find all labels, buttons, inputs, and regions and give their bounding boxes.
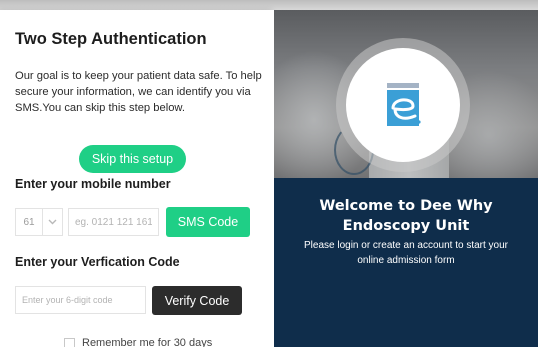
welcome-title: Welcome to Dee Why Endoscopy Unit <box>319 198 493 234</box>
remember-me-row[interactable]: Remember me for 30 days <box>64 337 212 347</box>
window-backdrop <box>0 0 538 10</box>
page-title: Two Step Authentication <box>15 30 207 48</box>
logo-badge <box>346 48 460 162</box>
welcome-panel: Welcome to Dee Why Endoscopy Unit Please… <box>274 10 538 347</box>
welcome-subtitle: Please login or create an account to sta… <box>304 240 509 266</box>
verify-code-button[interactable]: Verify Code <box>152 286 242 315</box>
country-code-select[interactable]: 61 <box>15 208 43 236</box>
chevron-down-icon <box>48 219 57 225</box>
sms-code-button[interactable]: SMS Code <box>166 207 250 237</box>
skip-setup-button[interactable]: Skip this setup <box>79 145 186 173</box>
mobile-number-heading: Enter your mobile number <box>15 177 171 191</box>
country-code-dropdown[interactable] <box>43 208 63 236</box>
auth-panel: Two Step Authentication Our goal is to k… <box>0 10 274 347</box>
mobile-number-input[interactable] <box>68 208 159 236</box>
verification-code-input[interactable] <box>15 286 146 314</box>
verification-code-heading: Enter your Verfication Code <box>15 255 180 269</box>
intro-text: Our goal is to keep your patient data sa… <box>15 70 262 114</box>
remember-me-checkbox[interactable] <box>64 337 75 347</box>
e-logo-icon <box>387 83 421 126</box>
remember-me-label: Remember me for 30 days <box>82 337 213 347</box>
